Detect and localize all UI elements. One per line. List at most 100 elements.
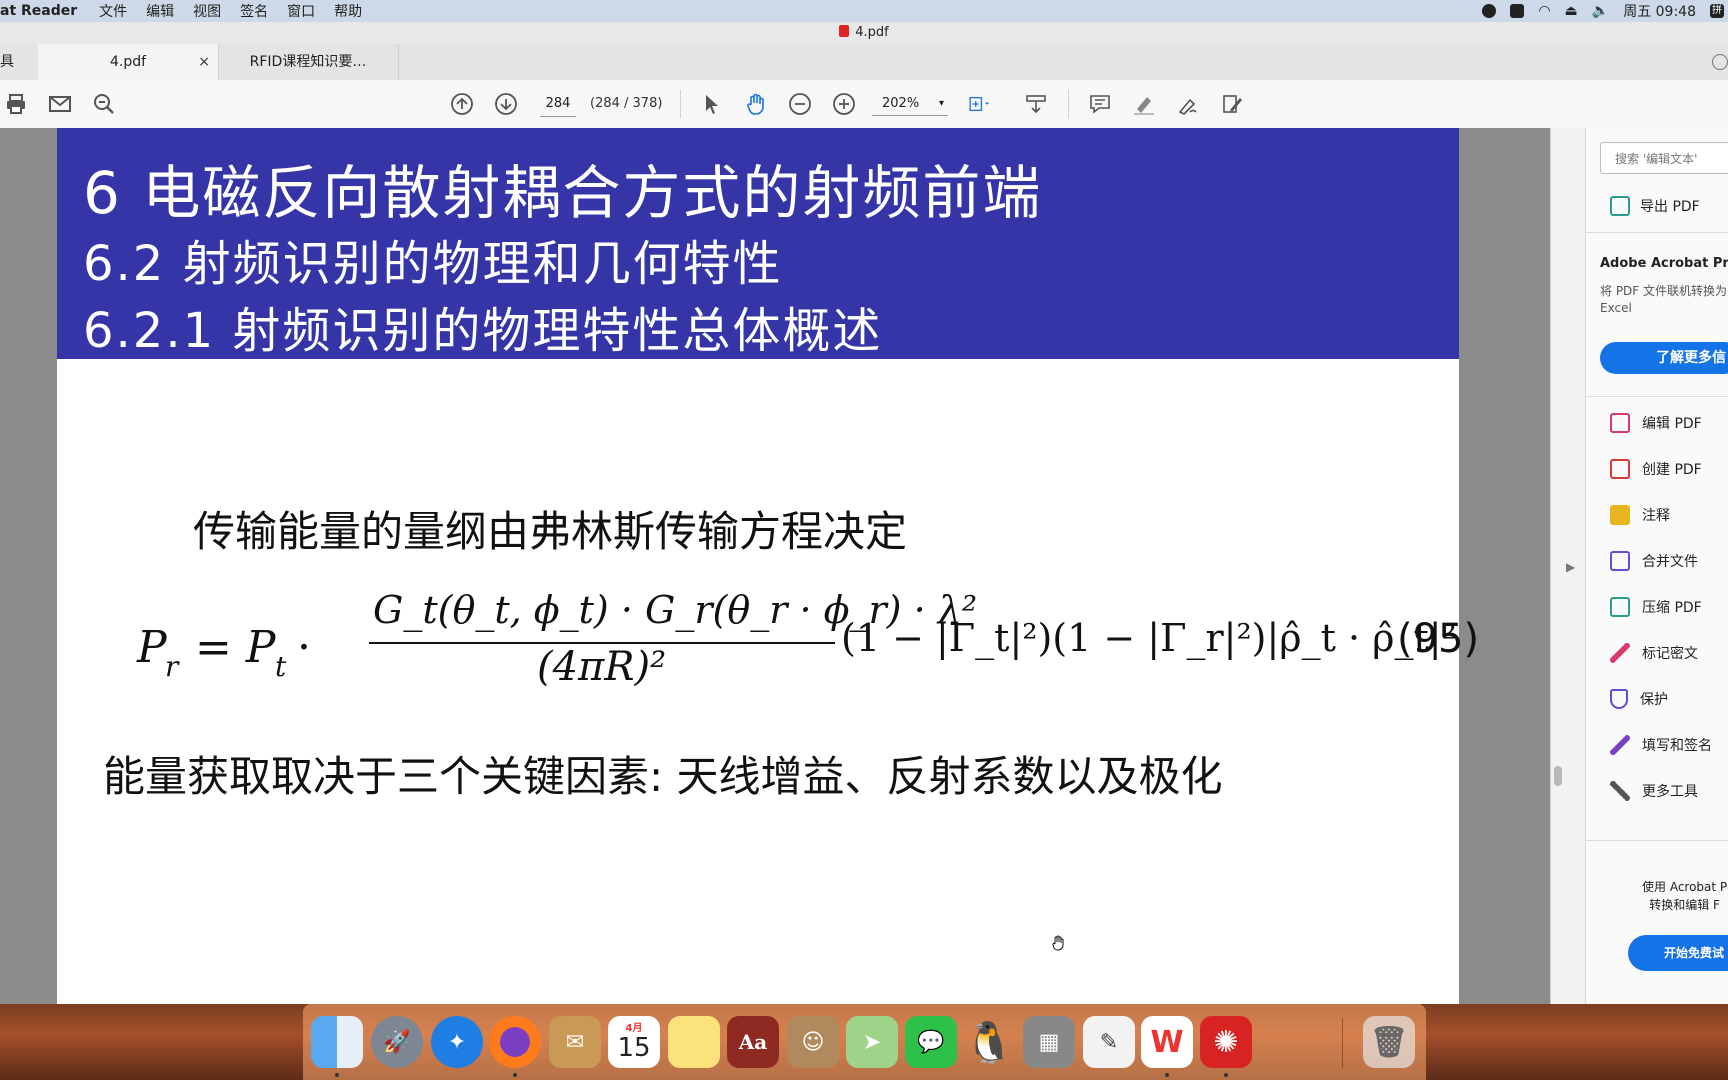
- wps-icon[interactable]: W: [1141, 1016, 1193, 1068]
- scroll-mode-icon[interactable]: [1024, 92, 1048, 116]
- formula-lhs-subscript: r: [165, 650, 179, 683]
- promo-desc-line2: Excel: [1600, 301, 1632, 315]
- wifi-icon[interactable]: ◠: [1538, 3, 1550, 19]
- input-method-icon[interactable]: 拼: [1710, 4, 1724, 18]
- qq-icon[interactable]: 🐧: [963, 1016, 1015, 1068]
- export-pdf-button[interactable]: 导出 PDF: [1610, 196, 1700, 216]
- zoom-select[interactable]: 202% ▾: [872, 92, 948, 116]
- menu-sign[interactable]: 签名: [240, 1, 268, 21]
- tool-combine-files[interactable]: 合并文件: [1610, 551, 1698, 571]
- menu-bar: at Reader 文件 编辑 视图 签名 窗口 帮助 ◠ ⏏ 🔈 周五 09:…: [0, 0, 1728, 22]
- volume-icon[interactable]: 🔈: [1592, 3, 1609, 19]
- scrollbar-thumb[interactable]: [1554, 766, 1562, 786]
- learn-more-button[interactable]: 了解更多信: [1600, 342, 1728, 374]
- formula-lhs: P: [137, 622, 167, 673]
- maps-icon[interactable]: ➤: [846, 1016, 898, 1068]
- status-area: ◠ ⏏ 🔈 周五 09:48 拼: [1482, 0, 1728, 22]
- pdf-page: 6 电磁反向散射耦合方式的射频前端 6.2 射频识别的物理和几何特性 6.2.1…: [57, 128, 1479, 1004]
- next-page-icon[interactable]: [494, 92, 518, 116]
- calendar-day: 15: [617, 1032, 651, 1063]
- tab-rfid-label: RFID课程知识要…: [249, 54, 367, 70]
- hand-tool-icon[interactable]: [744, 92, 768, 116]
- zoom-out-icon[interactable]: [788, 92, 812, 116]
- dock-divider: [1342, 1018, 1343, 1068]
- friis-equation: P r = P t · G_t(θ_t, ϕ_t) · G_r(θ_r · ϕ_…: [137, 588, 1479, 698]
- search-tools-input[interactable]: 搜索 '编辑文本': [1600, 142, 1728, 174]
- chevron-down-icon: ▾: [938, 98, 944, 109]
- finder-icon[interactable]: [311, 1016, 363, 1068]
- menu-edit[interactable]: 编辑: [146, 1, 174, 21]
- clock[interactable]: 周五 09:48: [1623, 1, 1696, 21]
- safari-icon[interactable]: ✦: [431, 1016, 483, 1068]
- tab-4pdf-label: 4.pdf: [109, 54, 147, 70]
- trash-icon[interactable]: 🗑: [1363, 1016, 1415, 1068]
- tool-fill-sign[interactable]: 填写和签名: [1610, 735, 1712, 755]
- tool-label: 更多工具: [1642, 784, 1698, 800]
- record-icon[interactable]: [1482, 4, 1497, 18]
- dock: 🚀 ✦ ✉ 4月 15 Aa ☺ ➤ 💬 🐧 ▦ ✎ W ✺ 🗑: [303, 1004, 1426, 1080]
- tool-create-pdf[interactable]: 创建 PDF: [1610, 459, 1702, 479]
- close-icon[interactable]: ×: [198, 44, 210, 80]
- app-menu[interactable]: at Reader: [0, 3, 77, 19]
- tab-4pdf[interactable]: 4.pdf ×: [38, 44, 219, 80]
- textedit-icon[interactable]: ✎: [1083, 1016, 1135, 1068]
- email-icon[interactable]: [48, 92, 72, 116]
- print-icon[interactable]: [4, 92, 28, 116]
- wechat-icon[interactable]: 💬: [905, 1016, 957, 1068]
- running-indicator: [335, 1073, 339, 1077]
- help-icon[interactable]: [1712, 54, 1728, 70]
- tool-redact[interactable]: 标记密文: [1610, 643, 1698, 663]
- document-viewport[interactable]: 6 电磁反向散射耦合方式的射频前端 6.2 射频识别的物理和几何特性 6.2.1…: [0, 128, 1550, 1004]
- search-icon[interactable]: [92, 92, 116, 116]
- calendar-icon[interactable]: 4月 15: [608, 1016, 660, 1068]
- tab-rfid[interactable]: RFID课程知识要…: [218, 44, 399, 80]
- tab-tools[interactable]: 具: [0, 44, 39, 80]
- slide-title-banner: 6 电磁反向散射耦合方式的射频前端 6.2 射频识别的物理和几何特性 6.2.1…: [57, 128, 1459, 359]
- mail-icon[interactable]: ✉: [549, 1016, 601, 1068]
- eject-icon[interactable]: ⏏: [1565, 3, 1578, 19]
- tool-more-tools[interactable]: 更多工具: [1610, 781, 1698, 801]
- comment-icon[interactable]: [1088, 92, 1112, 116]
- contacts-icon[interactable]: ☺: [787, 1016, 839, 1068]
- menu-help[interactable]: 帮助: [334, 1, 362, 21]
- slide-subtitle: 6.2 射频识别的物理和几何特性: [83, 236, 783, 292]
- highlight-icon[interactable]: [1132, 92, 1156, 116]
- collapse-panel-icon[interactable]: ▶: [1566, 560, 1575, 574]
- previous-page-icon[interactable]: [450, 92, 474, 116]
- wps-status-icon[interactable]: [1510, 4, 1525, 18]
- zoom-in-icon[interactable]: [832, 92, 856, 116]
- footer-line2: 转换和编辑 F: [1649, 898, 1720, 912]
- tool-label: 编辑 PDF: [1642, 416, 1702, 432]
- running-indicator: [1224, 1073, 1228, 1077]
- conclusion-text: 能量获取取决于三个关键因素: 天线增益、反射系数以及极化: [103, 752, 1223, 801]
- tool-comment[interactable]: 注释: [1610, 505, 1670, 525]
- menu-view[interactable]: 视图: [193, 1, 221, 21]
- acrobat-icon[interactable]: ✺: [1200, 1016, 1252, 1068]
- calculator-icon[interactable]: ▦: [1023, 1016, 1075, 1068]
- firefox-icon[interactable]: [489, 1016, 541, 1068]
- combine-files-icon: [1610, 551, 1630, 571]
- tool-label: 填写和签名: [1642, 738, 1712, 754]
- start-free-trial-button[interactable]: 开始免费试: [1628, 935, 1728, 971]
- window-title: 4.pdf: [855, 25, 889, 40]
- pdf-file-icon: [839, 25, 850, 37]
- hand-cursor-icon: [1050, 934, 1068, 952]
- tool-edit-pdf[interactable]: 编辑 PDF: [1610, 413, 1702, 433]
- dictionary-icon[interactable]: Aa: [727, 1016, 779, 1068]
- notes-icon[interactable]: [668, 1016, 720, 1068]
- tools-panel: 搜索 '编辑文本' 导出 PDF Adobe Acrobat Pro 将 PDF…: [1585, 128, 1728, 1004]
- fill-sign-icon[interactable]: [1220, 92, 1244, 116]
- menu-window[interactable]: 窗口: [287, 1, 315, 21]
- tool-protect[interactable]: 保护: [1610, 689, 1668, 709]
- page-number-input[interactable]: 284: [540, 92, 576, 117]
- fit-page-icon[interactable]: [968, 92, 1002, 116]
- promo-description: 将 PDF 文件联机转换为 Excel: [1600, 283, 1728, 317]
- tool-label: 注释: [1642, 508, 1670, 524]
- compress-pdf-icon: [1610, 597, 1630, 617]
- select-arrow-icon[interactable]: [700, 92, 724, 116]
- launchpad-icon[interactable]: 🚀: [371, 1016, 423, 1068]
- panel-footer-text: 使用 Acrobat P 转换和编辑 F: [1642, 878, 1727, 914]
- tool-compress-pdf[interactable]: 压缩 PDF: [1610, 597, 1702, 617]
- menu-file[interactable]: 文件: [99, 1, 127, 21]
- draw-icon[interactable]: [1176, 92, 1200, 116]
